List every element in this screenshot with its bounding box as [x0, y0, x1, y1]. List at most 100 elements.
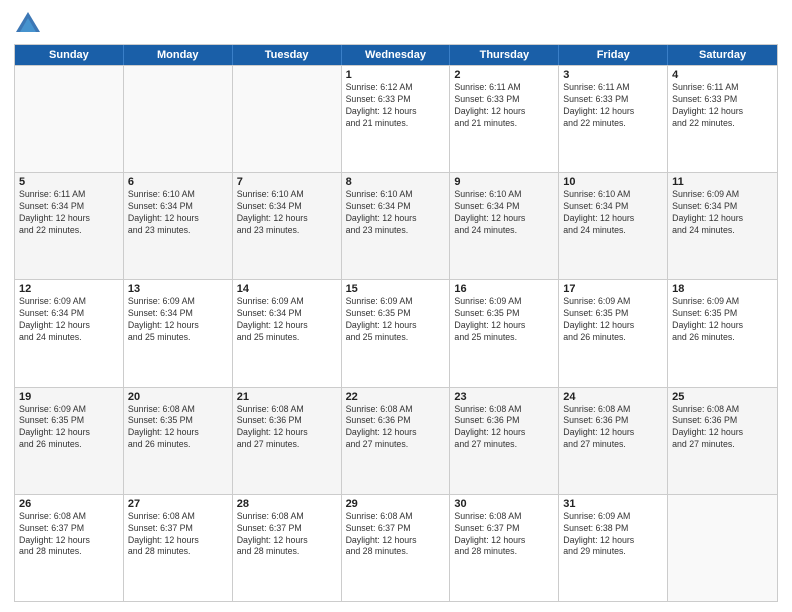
calendar-cell: 1Sunrise: 6:12 AM Sunset: 6:33 PM Daylig… [342, 66, 451, 172]
cell-info: Sunrise: 6:08 AM Sunset: 6:37 PM Dayligh… [454, 511, 554, 559]
calendar-cell [668, 495, 777, 601]
cell-date: 3 [563, 69, 663, 81]
calendar-row: 5Sunrise: 6:11 AM Sunset: 6:34 PM Daylig… [15, 172, 777, 279]
cell-date: 28 [237, 498, 337, 510]
cell-info: Sunrise: 6:09 AM Sunset: 6:38 PM Dayligh… [563, 511, 663, 559]
cell-info: Sunrise: 6:08 AM Sunset: 6:35 PM Dayligh… [128, 404, 228, 452]
cell-info: Sunrise: 6:11 AM Sunset: 6:33 PM Dayligh… [454, 82, 554, 130]
cell-info: Sunrise: 6:09 AM Sunset: 6:34 PM Dayligh… [672, 189, 773, 237]
cell-date: 25 [672, 391, 773, 403]
calendar-cell: 31Sunrise: 6:09 AM Sunset: 6:38 PM Dayli… [559, 495, 668, 601]
calendar-cell: 4Sunrise: 6:11 AM Sunset: 6:33 PM Daylig… [668, 66, 777, 172]
cell-info: Sunrise: 6:10 AM Sunset: 6:34 PM Dayligh… [128, 189, 228, 237]
calendar-cell: 24Sunrise: 6:08 AM Sunset: 6:36 PM Dayli… [559, 388, 668, 494]
cell-date: 23 [454, 391, 554, 403]
calendar-cell: 17Sunrise: 6:09 AM Sunset: 6:35 PM Dayli… [559, 280, 668, 386]
cell-date: 7 [237, 176, 337, 188]
calendar-cell: 18Sunrise: 6:09 AM Sunset: 6:35 PM Dayli… [668, 280, 777, 386]
cell-info: Sunrise: 6:08 AM Sunset: 6:37 PM Dayligh… [346, 511, 446, 559]
calendar-row: 1Sunrise: 6:12 AM Sunset: 6:33 PM Daylig… [15, 65, 777, 172]
cell-date: 8 [346, 176, 446, 188]
calendar-header-cell: Friday [559, 45, 668, 65]
calendar-cell: 7Sunrise: 6:10 AM Sunset: 6:34 PM Daylig… [233, 173, 342, 279]
cell-info: Sunrise: 6:10 AM Sunset: 6:34 PM Dayligh… [237, 189, 337, 237]
cell-info: Sunrise: 6:08 AM Sunset: 6:36 PM Dayligh… [563, 404, 663, 452]
calendar-cell [15, 66, 124, 172]
cell-info: Sunrise: 6:09 AM Sunset: 6:34 PM Dayligh… [237, 296, 337, 344]
calendar-cell: 29Sunrise: 6:08 AM Sunset: 6:37 PM Dayli… [342, 495, 451, 601]
calendar-cell: 14Sunrise: 6:09 AM Sunset: 6:34 PM Dayli… [233, 280, 342, 386]
cell-date: 19 [19, 391, 119, 403]
cell-info: Sunrise: 6:10 AM Sunset: 6:34 PM Dayligh… [563, 189, 663, 237]
cell-date: 18 [672, 283, 773, 295]
cell-info: Sunrise: 6:09 AM Sunset: 6:35 PM Dayligh… [19, 404, 119, 452]
cell-info: Sunrise: 6:12 AM Sunset: 6:33 PM Dayligh… [346, 82, 446, 130]
calendar-cell: 16Sunrise: 6:09 AM Sunset: 6:35 PM Dayli… [450, 280, 559, 386]
cell-date: 30 [454, 498, 554, 510]
cell-date: 13 [128, 283, 228, 295]
calendar-cell: 20Sunrise: 6:08 AM Sunset: 6:35 PM Dayli… [124, 388, 233, 494]
calendar-header-cell: Thursday [450, 45, 559, 65]
cell-date: 16 [454, 283, 554, 295]
page: SundayMondayTuesdayWednesdayThursdayFrid… [0, 0, 792, 612]
calendar-header-cell: Sunday [15, 45, 124, 65]
calendar-cell: 11Sunrise: 6:09 AM Sunset: 6:34 PM Dayli… [668, 173, 777, 279]
calendar-body: 1Sunrise: 6:12 AM Sunset: 6:33 PM Daylig… [15, 65, 777, 601]
calendar-header-cell: Tuesday [233, 45, 342, 65]
cell-info: Sunrise: 6:08 AM Sunset: 6:37 PM Dayligh… [19, 511, 119, 559]
cell-info: Sunrise: 6:10 AM Sunset: 6:34 PM Dayligh… [346, 189, 446, 237]
calendar-cell [124, 66, 233, 172]
cell-date: 12 [19, 283, 119, 295]
calendar-cell: 2Sunrise: 6:11 AM Sunset: 6:33 PM Daylig… [450, 66, 559, 172]
calendar-cell: 26Sunrise: 6:08 AM Sunset: 6:37 PM Dayli… [15, 495, 124, 601]
calendar-cell: 30Sunrise: 6:08 AM Sunset: 6:37 PM Dayli… [450, 495, 559, 601]
cell-date: 27 [128, 498, 228, 510]
cell-info: Sunrise: 6:08 AM Sunset: 6:36 PM Dayligh… [672, 404, 773, 452]
calendar-header-cell: Saturday [668, 45, 777, 65]
calendar-header: SundayMondayTuesdayWednesdayThursdayFrid… [15, 45, 777, 65]
cell-info: Sunrise: 6:08 AM Sunset: 6:37 PM Dayligh… [237, 511, 337, 559]
calendar-row: 26Sunrise: 6:08 AM Sunset: 6:37 PM Dayli… [15, 494, 777, 601]
calendar-cell: 27Sunrise: 6:08 AM Sunset: 6:37 PM Dayli… [124, 495, 233, 601]
cell-date: 17 [563, 283, 663, 295]
cell-info: Sunrise: 6:09 AM Sunset: 6:35 PM Dayligh… [672, 296, 773, 344]
cell-date: 6 [128, 176, 228, 188]
cell-info: Sunrise: 6:08 AM Sunset: 6:36 PM Dayligh… [237, 404, 337, 452]
calendar-cell: 8Sunrise: 6:10 AM Sunset: 6:34 PM Daylig… [342, 173, 451, 279]
cell-info: Sunrise: 6:09 AM Sunset: 6:35 PM Dayligh… [563, 296, 663, 344]
cell-date: 15 [346, 283, 446, 295]
calendar: SundayMondayTuesdayWednesdayThursdayFrid… [14, 44, 778, 602]
calendar-cell: 13Sunrise: 6:09 AM Sunset: 6:34 PM Dayli… [124, 280, 233, 386]
calendar-cell: 6Sunrise: 6:10 AM Sunset: 6:34 PM Daylig… [124, 173, 233, 279]
calendar-row: 19Sunrise: 6:09 AM Sunset: 6:35 PM Dayli… [15, 387, 777, 494]
cell-info: Sunrise: 6:09 AM Sunset: 6:35 PM Dayligh… [346, 296, 446, 344]
header [14, 10, 778, 38]
cell-date: 5 [19, 176, 119, 188]
cell-info: Sunrise: 6:11 AM Sunset: 6:34 PM Dayligh… [19, 189, 119, 237]
calendar-cell: 9Sunrise: 6:10 AM Sunset: 6:34 PM Daylig… [450, 173, 559, 279]
logo [14, 10, 46, 38]
cell-date: 21 [237, 391, 337, 403]
calendar-header-cell: Monday [124, 45, 233, 65]
calendar-cell: 12Sunrise: 6:09 AM Sunset: 6:34 PM Dayli… [15, 280, 124, 386]
calendar-cell: 10Sunrise: 6:10 AM Sunset: 6:34 PM Dayli… [559, 173, 668, 279]
calendar-cell: 21Sunrise: 6:08 AM Sunset: 6:36 PM Dayli… [233, 388, 342, 494]
cell-date: 2 [454, 69, 554, 81]
cell-info: Sunrise: 6:11 AM Sunset: 6:33 PM Dayligh… [672, 82, 773, 130]
cell-date: 11 [672, 176, 773, 188]
calendar-header-cell: Wednesday [342, 45, 451, 65]
cell-date: 26 [19, 498, 119, 510]
cell-date: 10 [563, 176, 663, 188]
cell-date: 4 [672, 69, 773, 81]
calendar-cell: 19Sunrise: 6:09 AM Sunset: 6:35 PM Dayli… [15, 388, 124, 494]
cell-info: Sunrise: 6:08 AM Sunset: 6:37 PM Dayligh… [128, 511, 228, 559]
calendar-cell: 23Sunrise: 6:08 AM Sunset: 6:36 PM Dayli… [450, 388, 559, 494]
cell-date: 20 [128, 391, 228, 403]
cell-date: 9 [454, 176, 554, 188]
cell-date: 14 [237, 283, 337, 295]
calendar-cell: 5Sunrise: 6:11 AM Sunset: 6:34 PM Daylig… [15, 173, 124, 279]
cell-date: 29 [346, 498, 446, 510]
cell-info: Sunrise: 6:08 AM Sunset: 6:36 PM Dayligh… [346, 404, 446, 452]
cell-info: Sunrise: 6:09 AM Sunset: 6:34 PM Dayligh… [128, 296, 228, 344]
cell-info: Sunrise: 6:09 AM Sunset: 6:34 PM Dayligh… [19, 296, 119, 344]
